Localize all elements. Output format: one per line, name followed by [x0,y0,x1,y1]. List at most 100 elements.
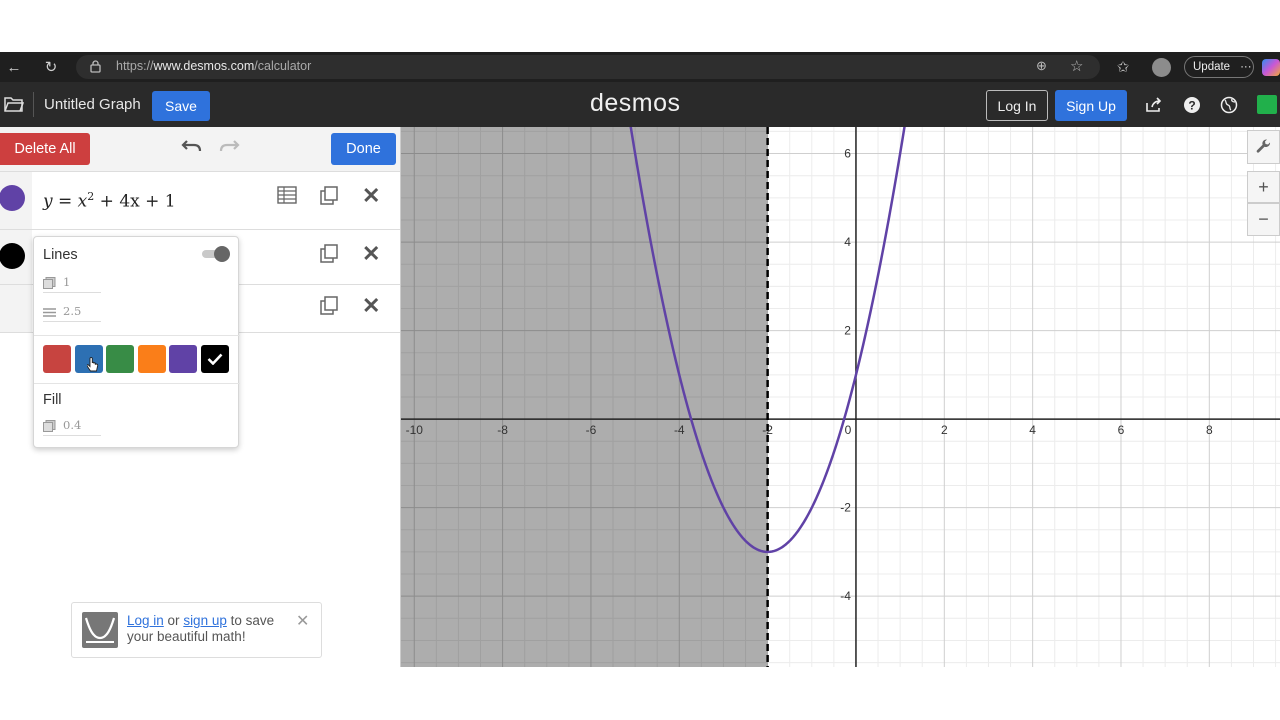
graph-paper[interactable]: -10-8-6-4-20246810642-2-4 [401,127,1280,667]
graph-side-tools: + − [1247,130,1280,240]
latex-rest: + 4x + 1 [94,191,176,212]
url-prefix: https:// [116,59,154,73]
browser-toolbar: ← ↻ https://www.desmos.com/calculator ⊕ … [0,52,1280,82]
share-icon[interactable] [1143,94,1165,116]
zoom-in-icon[interactable]: + [1247,171,1280,203]
reload-icon[interactable]: ↻ [40,57,62,77]
color-swatch-black[interactable] [0,243,25,269]
screen: ← ↻ https://www.desmos.com/calculator ⊕ … [0,0,1280,720]
color-option-black[interactable] [201,345,229,373]
lock-icon [90,60,101,73]
delete-expression-icon[interactable]: ✕ [362,183,380,209]
fill-opacity-icon [43,420,56,432]
table-icon[interactable] [277,186,297,209]
wrench-icon[interactable] [1247,130,1280,164]
opacity-input[interactable]: 1 [43,275,101,293]
x-tick-label: -10 [406,423,424,437]
x-tick-label: 4 [1029,423,1036,437]
shaded-region [401,127,768,667]
favorites-icon[interactable]: ✩ [1112,57,1134,77]
x-tick-label: -8 [497,423,508,437]
login-button[interactable]: Log In [986,90,1048,121]
x-tick-label: -4 [674,423,685,437]
url-text: https://www.desmos.com/calculator [116,59,311,73]
latex-equals: = [52,191,78,212]
color-option-red[interactable] [43,345,71,373]
signup-button[interactable]: Sign Up [1055,90,1127,121]
delete-all-button[interactable]: Delete All [0,133,90,165]
back-arrow-icon[interactable]: ← [3,57,25,77]
extension-icon[interactable] [1257,95,1277,114]
globe-icon[interactable] [1218,94,1240,116]
delete-expression-icon[interactable]: ✕ [362,293,380,319]
desmos-logo: desmos [590,89,681,117]
expression-row-1[interactable]: y = x2 + 4x + 1 ✕ [0,172,400,230]
redo-icon[interactable] [218,137,240,160]
graph-svg[interactable]: -10-8-6-4-20246810642-2-4 [401,127,1280,667]
hand-cursor-icon [87,357,99,372]
color-swatch-purple[interactable] [0,185,25,211]
y-tick-label: -4 [840,589,851,603]
y-tick-label: 6 [844,147,851,161]
update-label: Update [1193,61,1231,73]
login-link[interactable]: Log in [127,613,164,628]
zoom-out-icon[interactable]: − [1247,203,1280,236]
signup-link[interactable]: sign up [183,613,227,628]
done-button[interactable]: Done [331,133,396,165]
duplicate-icon[interactable] [320,186,338,210]
y-tick-label: -2 [840,501,851,515]
fill-opacity-value: 0.4 [63,418,82,432]
lines-label: Lines [43,247,78,263]
popup-divider [34,383,240,384]
x-tick-label: 0 [845,423,852,437]
width-value: 2.5 [63,304,82,318]
delete-expression-icon[interactable]: ✕ [362,241,380,267]
url-host: www.desmos.com [153,59,255,73]
x-tick-label: 6 [1118,423,1125,437]
x-tick-label: -6 [586,423,597,437]
y-tick-label: 4 [844,235,851,249]
login-prompt: Log in or sign up to save your beautiful… [71,602,322,658]
fill-label: Fill [43,392,62,408]
desmos-wave-icon [82,612,118,648]
close-icon[interactable]: ✕ [296,611,309,631]
profile-avatar[interactable] [1152,58,1171,77]
checkmark-icon [207,353,223,365]
url-path: /calculator [254,59,312,73]
expression-gutter [0,285,32,332]
color-option-blue[interactable] [75,345,103,373]
expression-latex[interactable]: y = x2 + 4x + 1 [43,190,176,212]
duplicate-icon[interactable] [320,244,338,268]
duplicate-icon[interactable] [320,296,338,320]
favorite-star-icon[interactable]: ☆ [1070,57,1083,75]
expression-toolbar: Delete All Done [0,127,400,172]
update-button[interactable]: Update ··· [1184,56,1254,78]
zoom-icon[interactable]: ⊕ [1036,58,1047,74]
or-text: or [163,613,184,628]
x-tick-label: 2 [941,423,948,437]
color-option-purple[interactable] [169,345,197,373]
undo-icon[interactable] [181,137,203,160]
more-icon: ··· [1240,61,1252,73]
svg-text:?: ? [1188,99,1195,113]
latex-y: y [43,191,53,212]
width-input[interactable]: 2.5 [43,304,101,322]
lines-toggle[interactable] [202,246,230,262]
style-popup: Lines 1 2.5 Fill 0.4 [33,236,240,448]
x-tick-label: 8 [1206,423,1213,437]
color-option-orange[interactable] [138,345,166,373]
color-option-green[interactable] [106,345,134,373]
fill-opacity-input[interactable]: 0.4 [43,418,101,436]
graph-title[interactable]: Untitled Graph [44,96,141,113]
address-bar[interactable]: https://www.desmos.com/calculator ⊕ ☆ [76,55,1100,79]
app-header: Untitled Graph Save desmos Log In Sign U… [0,82,1280,127]
copilot-icon[interactable] [1262,59,1280,76]
opacity-value: 1 [63,275,71,289]
help-icon[interactable]: ? [1181,94,1203,116]
opacity-icon [43,277,56,289]
toggle-knob [214,246,230,262]
folder-icon[interactable] [4,95,25,113]
popup-divider [34,335,240,336]
line-width-icon [43,306,56,318]
save-button[interactable]: Save [152,91,210,121]
